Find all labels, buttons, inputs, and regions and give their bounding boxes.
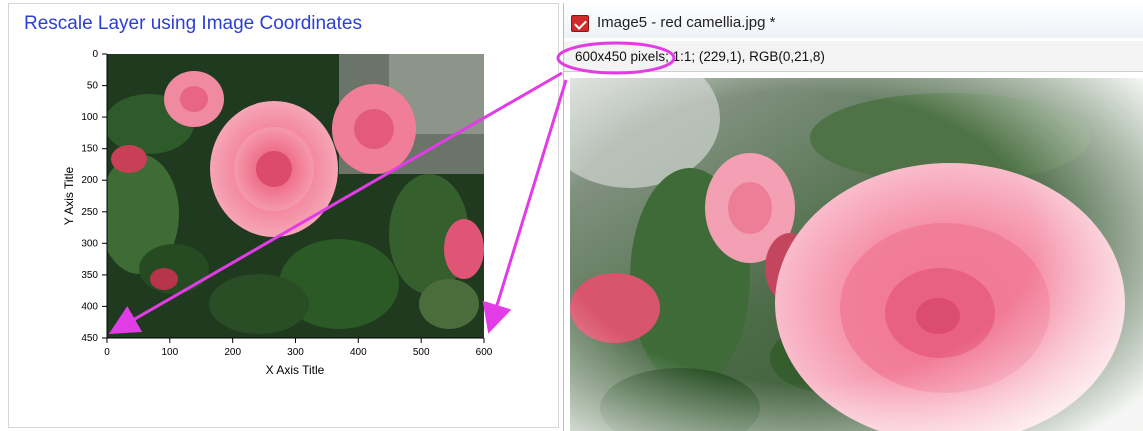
x-tick-label: 0 [104,347,110,358]
image-window-title: Image5 - red camellia.jpg * [597,14,776,31]
graph-panel: Rescale Layer using Image Coordinates 0 … [8,3,559,428]
image-info-text: 600x450 pixels; 1:1; (229,1), RGB(0,21,8… [575,49,825,64]
image-status-bar: 600x450 pixels; 1:1; (229,1), RGB(0,21,8… [564,41,1143,72]
x-axis-title[interactable]: X Axis Title [266,363,325,377]
x-tick-label: 200 [224,347,241,358]
x-tick-label: 400 [350,347,367,358]
y-axis[interactable]: 0 50 100 150 200 250 300 350 400 450 [81,49,107,344]
y-tick-label: 150 [81,144,98,155]
graph-layer[interactable]: 0 50 100 150 200 250 300 350 400 450 0 1… [9,4,560,429]
y-tick-label: 50 [87,81,99,92]
y-tick-label: 0 [92,49,98,60]
image-window-icon [571,15,589,32]
x-tick-label: 500 [413,347,430,358]
y-tick-label: 300 [81,238,98,249]
y-tick-label: 200 [81,175,98,186]
x-tick-label: 100 [161,347,178,358]
plot-image [107,54,484,338]
image-canvas[interactable] [570,78,1143,431]
y-tick-label: 350 [81,270,98,281]
y-tick-label: 100 [81,112,98,123]
image-window-titlebar[interactable]: Image5 - red camellia.jpg * [564,3,1143,38]
y-tick-label: 400 [81,301,98,312]
x-tick-label: 600 [476,347,493,358]
y-tick-label: 250 [81,207,98,218]
x-tick-label: 300 [287,347,304,358]
image-window[interactable]: Image5 - red camellia.jpg * 600x450 pixe… [563,3,1143,431]
y-tick-label: 450 [81,333,98,344]
x-axis[interactable]: 0 100 200 300 400 500 600 [104,338,493,358]
y-axis-title[interactable]: Y Axis Title [62,166,76,225]
camellia-image [570,78,1143,431]
